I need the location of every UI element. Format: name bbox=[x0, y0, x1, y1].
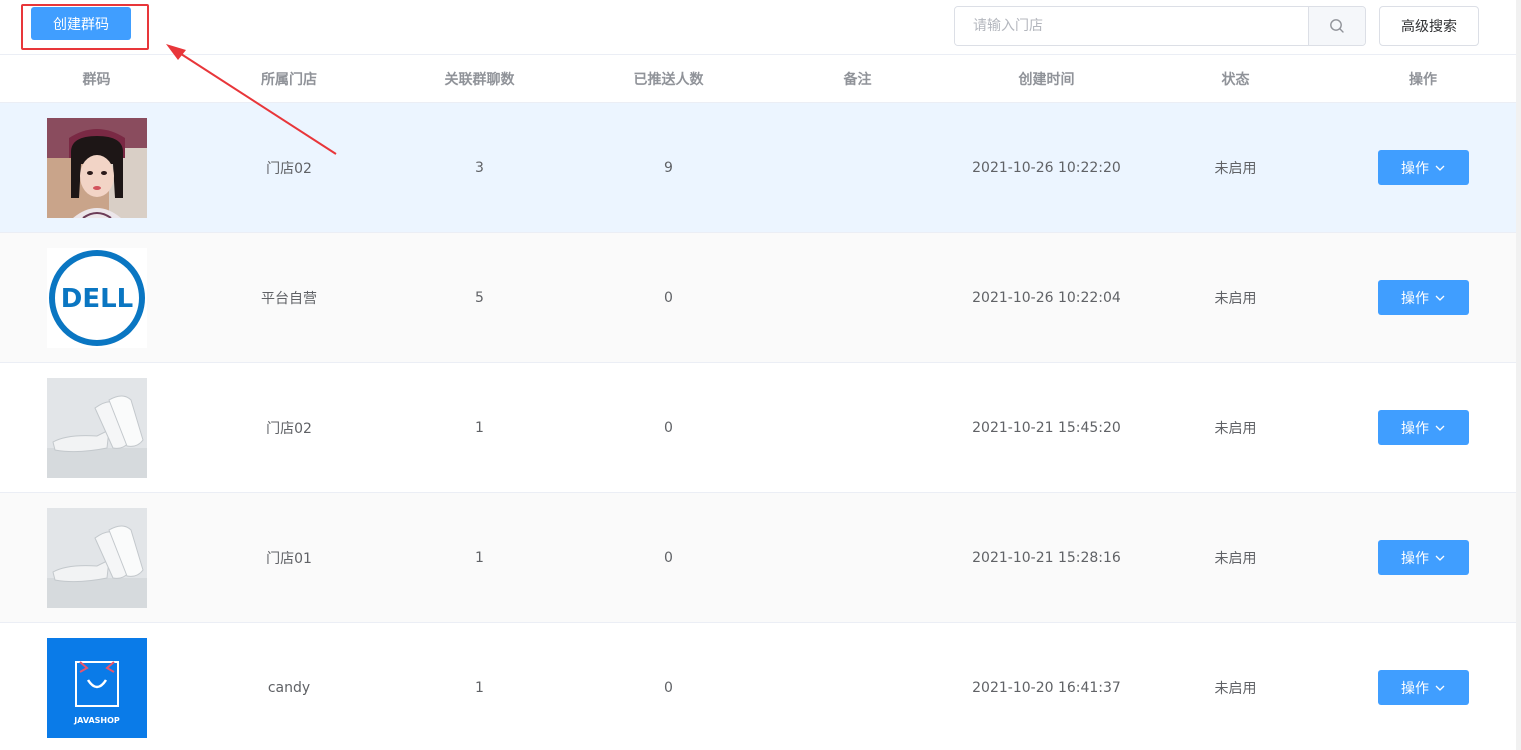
chevron-down-icon bbox=[1435, 685, 1445, 691]
status-cell: 未启用 bbox=[1214, 550, 1257, 567]
pushed-count-cell: 0 bbox=[664, 289, 673, 306]
operation-cell: 操作 bbox=[1330, 103, 1516, 232]
column-header-status: 状态 bbox=[1221, 71, 1250, 88]
table-row[interactable]: DELL 平台自营 5 0 2021-10-26 10:22:04 未启用 操作 bbox=[0, 233, 1516, 363]
annotation-highlight-box bbox=[21, 4, 149, 50]
group-code-image[interactable]: DELL bbox=[46, 247, 147, 348]
table-row[interactable]: 门店01 1 0 2021-10-21 15:28:16 未启用 操作 bbox=[0, 493, 1516, 623]
remark-cell bbox=[763, 233, 952, 362]
operation-label: 操作 bbox=[1401, 420, 1429, 437]
store-cell: 门店02 bbox=[266, 160, 312, 177]
group-code-cell: DELL bbox=[0, 233, 193, 362]
groups-count-cell: 3 bbox=[475, 159, 484, 176]
operation-dropdown-button[interactable]: 操作 bbox=[1377, 150, 1469, 185]
search-icon bbox=[1330, 19, 1344, 33]
table-row[interactable]: 门店02 3 9 2021-10-26 10:22:20 未启用 操作 bbox=[0, 103, 1516, 233]
chevron-down-icon bbox=[1435, 165, 1445, 171]
pushed-count-cell: 0 bbox=[664, 549, 673, 566]
group-code-cell: JAVASHOP bbox=[0, 623, 193, 750]
created-time-cell: 2021-10-20 16:41:37 bbox=[972, 679, 1121, 696]
column-header-store: 所属门店 bbox=[261, 71, 317, 88]
status-cell: 未启用 bbox=[1214, 680, 1257, 697]
chevron-down-icon bbox=[1435, 295, 1445, 301]
status-cell: 未启用 bbox=[1214, 420, 1257, 437]
chevron-down-icon bbox=[1435, 555, 1445, 561]
operation-cell: 操作 bbox=[1330, 363, 1516, 492]
table-row[interactable]: 门店02 1 0 2021-10-21 15:45:20 未启用 操作 bbox=[0, 363, 1516, 493]
remark-cell bbox=[763, 103, 952, 232]
operation-cell: 操作 bbox=[1330, 623, 1516, 750]
column-header-pushed: 已推送人数 bbox=[633, 71, 704, 88]
toolbar: 创建群码 高级搜索 bbox=[0, 0, 1521, 55]
groups-count-cell: 5 bbox=[475, 289, 484, 306]
operation-dropdown-button[interactable]: 操作 bbox=[1377, 410, 1469, 445]
group-code-cell bbox=[0, 363, 193, 492]
table-row[interactable]: JAVASHOP candy 1 0 2021-10-20 16:41:37 未… bbox=[0, 623, 1516, 750]
operation-label: 操作 bbox=[1401, 160, 1429, 177]
group-code-image[interactable] bbox=[46, 507, 147, 608]
groups-count-cell: 1 bbox=[475, 549, 484, 566]
page-scrollbar[interactable] bbox=[1516, 0, 1521, 750]
remark-cell bbox=[763, 493, 952, 622]
group-code-image[interactable] bbox=[46, 117, 147, 218]
created-time-cell: 2021-10-21 15:28:16 bbox=[972, 549, 1121, 566]
pushed-count-cell: 0 bbox=[664, 419, 673, 436]
operation-cell: 操作 bbox=[1330, 233, 1516, 362]
created-time-cell: 2021-10-26 10:22:20 bbox=[972, 159, 1121, 176]
column-header-created: 创建时间 bbox=[1018, 71, 1075, 88]
store-cell: 门店02 bbox=[266, 420, 312, 437]
group-code-image[interactable] bbox=[46, 377, 147, 478]
store-search bbox=[954, 6, 1366, 46]
remark-cell bbox=[763, 623, 952, 750]
group-code-cell bbox=[0, 103, 193, 232]
status-cell: 未启用 bbox=[1214, 290, 1257, 307]
operation-dropdown-button[interactable]: 操作 bbox=[1377, 540, 1469, 575]
javashop-logo-text: JAVASHOP bbox=[73, 716, 120, 725]
chevron-down-icon bbox=[1435, 425, 1445, 431]
operation-dropdown-button[interactable]: 操作 bbox=[1377, 280, 1469, 315]
group-code-table: 群码 所属门店 关联群聊数 已推送人数 备注 创建时间 状态 操作 门店02 3… bbox=[0, 55, 1516, 750]
remark-cell bbox=[763, 363, 952, 492]
operation-cell: 操作 bbox=[1330, 493, 1516, 622]
store-cell: 平台自营 bbox=[261, 290, 317, 307]
pushed-count-cell: 9 bbox=[664, 159, 673, 176]
column-header-code: 群码 bbox=[82, 71, 111, 88]
store-cell: 门店01 bbox=[266, 550, 312, 567]
search-button[interactable] bbox=[1308, 7, 1365, 45]
store-cell: candy bbox=[267, 679, 311, 696]
group-code-cell bbox=[0, 493, 193, 622]
groups-count-cell: 1 bbox=[475, 419, 484, 436]
operation-label: 操作 bbox=[1401, 550, 1429, 567]
column-header-remark: 备注 bbox=[843, 71, 872, 88]
column-header-groups: 关联群聊数 bbox=[444, 71, 515, 88]
operation-label: 操作 bbox=[1401, 680, 1429, 697]
advanced-search-button[interactable]: 高级搜索 bbox=[1379, 6, 1479, 46]
created-time-cell: 2021-10-21 15:45:20 bbox=[972, 419, 1121, 436]
store-search-input[interactable] bbox=[955, 7, 1308, 45]
operation-dropdown-button[interactable]: 操作 bbox=[1377, 670, 1469, 705]
table-header: 群码 所属门店 关联群聊数 已推送人数 备注 创建时间 状态 操作 bbox=[0, 55, 1516, 103]
group-code-image[interactable]: JAVASHOP bbox=[46, 637, 147, 738]
created-time-cell: 2021-10-26 10:22:04 bbox=[972, 289, 1121, 306]
pushed-count-cell: 0 bbox=[664, 679, 673, 696]
groups-count-cell: 1 bbox=[475, 679, 484, 696]
status-cell: 未启用 bbox=[1214, 160, 1257, 177]
operation-label: 操作 bbox=[1401, 290, 1429, 307]
dell-logo-text: DELL bbox=[60, 284, 132, 314]
column-header-operation: 操作 bbox=[1409, 71, 1437, 88]
